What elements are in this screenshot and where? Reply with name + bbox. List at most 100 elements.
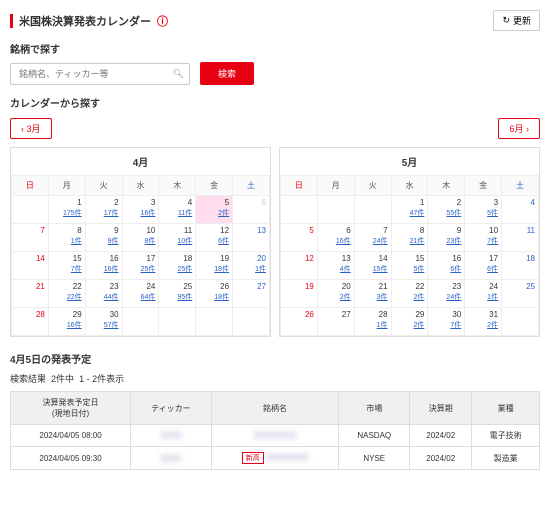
calendar-cell[interactable]: 35件 (465, 196, 502, 224)
prev-month-button[interactable]: ‹ 3月 (10, 118, 52, 139)
day-count[interactable]: 1件 (52, 236, 82, 246)
day-count[interactable]: 15件 (358, 264, 388, 274)
help-icon[interactable]: ⓘ (157, 13, 168, 29)
calendar-cell[interactable]: 166件 (428, 252, 465, 280)
calendar-cell[interactable]: 202件 (317, 280, 354, 308)
calendar-cell[interactable]: 2916件 (48, 308, 85, 336)
calendar-cell[interactable]: 157件 (48, 252, 85, 280)
day-count[interactable]: 2件 (395, 320, 425, 330)
calendar-cell[interactable]: 1918件 (196, 252, 233, 280)
day-count[interactable]: 25件 (126, 264, 156, 274)
calendar-cell[interactable]: 1725件 (122, 252, 159, 280)
day-count[interactable]: 6件 (468, 264, 498, 274)
day-count[interactable]: 25件 (162, 264, 192, 274)
calendar-cell[interactable]: 201件 (233, 252, 270, 280)
search-icon[interactable]: 🔍︎ (173, 68, 184, 79)
day-count[interactable]: 9件 (89, 236, 119, 246)
day-count[interactable]: 7件 (52, 264, 82, 274)
calendar-cell[interactable]: 241件 (465, 280, 502, 308)
calendar-cell[interactable]: 2324件 (428, 280, 465, 308)
calendar-cell[interactable]: 108件 (122, 224, 159, 252)
search-button[interactable]: 検索 (200, 62, 254, 85)
cell-ticker[interactable]: XXXX (131, 447, 212, 470)
day-count[interactable]: 2件 (468, 320, 498, 330)
refresh-button[interactable]: ↻ 更新 (493, 10, 540, 31)
table-row[interactable]: 2024/04/05 08:00XXXXXXXXXXXXNASDAQ2024/0… (11, 425, 540, 447)
day-count[interactable]: 2件 (395, 292, 425, 302)
cell-name[interactable]: 新高XXXXXXXX (211, 447, 339, 470)
calendar-cell[interactable]: 2464件 (122, 280, 159, 308)
calendar-cell[interactable]: 616件 (317, 224, 354, 252)
day-count[interactable]: 16件 (126, 208, 156, 218)
day-count[interactable]: 1件 (358, 320, 388, 330)
calendar-cell[interactable]: 292件 (391, 308, 428, 336)
calendar-cell[interactable]: 2222件 (48, 280, 85, 308)
day-count[interactable]: 175件 (52, 208, 82, 218)
calendar-cell[interactable]: 2618件 (196, 280, 233, 308)
search-input[interactable] (10, 63, 190, 85)
next-month-button[interactable]: 6月 › (498, 118, 540, 139)
day-count[interactable]: 2件 (199, 208, 229, 218)
day-count[interactable]: 16件 (321, 236, 351, 246)
calendar-cell[interactable]: 724件 (354, 224, 391, 252)
day-count[interactable]: 1件 (468, 292, 498, 302)
day-count[interactable]: 44件 (89, 292, 119, 302)
calendar-cell[interactable]: 52件 (196, 196, 233, 224)
day-count[interactable]: 4件 (321, 264, 351, 274)
day-count[interactable]: 5件 (468, 208, 498, 218)
calendar-cell[interactable]: 923件 (428, 224, 465, 252)
calendar-cell[interactable]: 155件 (391, 252, 428, 280)
cell-ticker[interactable]: XXXX (131, 425, 212, 447)
calendar-cell[interactable]: 312件 (465, 308, 502, 336)
day-count[interactable]: 24件 (431, 292, 461, 302)
day-count[interactable]: 17件 (89, 208, 119, 218)
calendar-cell[interactable]: 1825件 (159, 252, 196, 280)
day-count[interactable]: 10件 (162, 236, 192, 246)
calendar-cell[interactable]: 2595件 (159, 280, 196, 308)
calendar-cell[interactable]: 2344件 (85, 280, 122, 308)
calendar-cell[interactable]: 126件 (196, 224, 233, 252)
day-count[interactable]: 22件 (52, 292, 82, 302)
calendar-cell[interactable]: 176件 (465, 252, 502, 280)
day-count[interactable]: 6件 (431, 264, 461, 274)
day-count[interactable]: 3件 (358, 292, 388, 302)
calendar-cell[interactable]: 1175件 (48, 196, 85, 224)
day-count[interactable]: 55件 (431, 208, 461, 218)
day-count[interactable]: 6件 (199, 236, 229, 246)
day-count[interactable]: 18件 (199, 292, 229, 302)
calendar-cell[interactable]: 1415件 (354, 252, 391, 280)
calendar-cell[interactable]: 1616件 (85, 252, 122, 280)
day-count[interactable]: 5件 (395, 264, 425, 274)
calendar-cell[interactable]: 222件 (391, 280, 428, 308)
day-count[interactable]: 57件 (89, 320, 119, 330)
calendar-cell[interactable]: 147件 (391, 196, 428, 224)
day-count[interactable]: 7件 (431, 320, 461, 330)
calendar-cell[interactable]: 213件 (354, 280, 391, 308)
day-count[interactable]: 7件 (468, 236, 498, 246)
day-count[interactable]: 64件 (126, 292, 156, 302)
day-count[interactable]: 2件 (321, 292, 351, 302)
day-count[interactable]: 1件 (236, 264, 266, 274)
calendar-cell[interactable]: 821件 (391, 224, 428, 252)
calendar-cell[interactable]: 217件 (85, 196, 122, 224)
calendar-cell[interactable]: 81件 (48, 224, 85, 252)
calendar-cell[interactable]: 411件 (159, 196, 196, 224)
day-count[interactable]: 16件 (52, 320, 82, 330)
table-row[interactable]: 2024/04/05 09:30XXXX新高XXXXXXXXNYSE2024/0… (11, 447, 540, 470)
cell-name[interactable]: XXXXXXXX (211, 425, 339, 447)
day-count[interactable]: 23件 (431, 236, 461, 246)
calendar-cell[interactable]: 255件 (428, 196, 465, 224)
day-count[interactable]: 18件 (199, 264, 229, 274)
day-count[interactable]: 21件 (395, 236, 425, 246)
day-count[interactable]: 8件 (126, 236, 156, 246)
calendar-cell[interactable]: 1110件 (159, 224, 196, 252)
day-count[interactable]: 16件 (89, 264, 119, 274)
calendar-cell[interactable]: 316件 (122, 196, 159, 224)
day-count[interactable]: 24件 (358, 236, 388, 246)
day-count[interactable]: 11件 (162, 208, 192, 218)
calendar-cell[interactable]: 134件 (317, 252, 354, 280)
day-count[interactable]: 95件 (162, 292, 192, 302)
day-count[interactable]: 47件 (395, 208, 425, 218)
calendar-cell[interactable]: 107件 (465, 224, 502, 252)
calendar-cell[interactable]: 3057件 (85, 308, 122, 336)
